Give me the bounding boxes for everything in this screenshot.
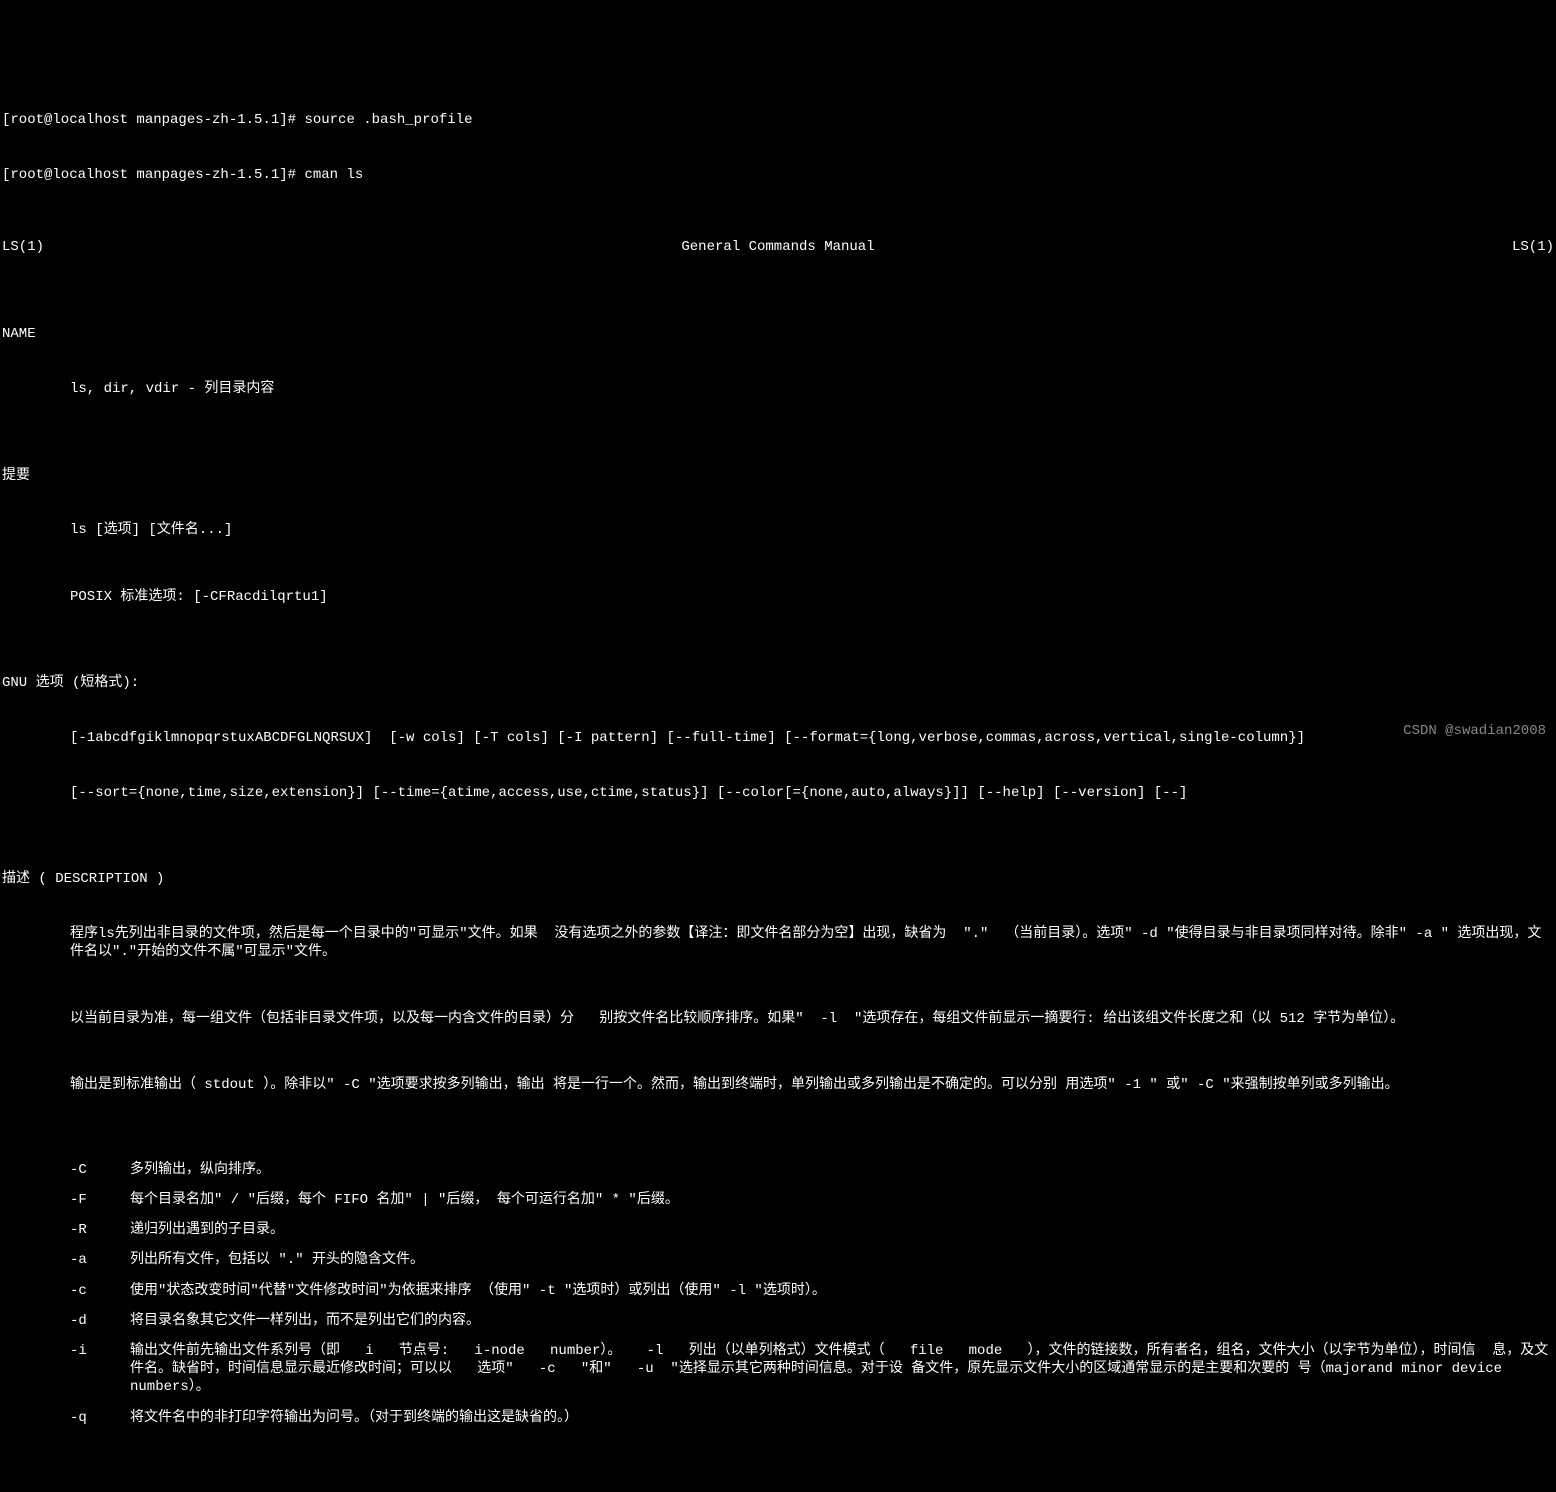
option-flag: -F [70,1191,130,1209]
watermark: CSDN @swadian2008 [1403,722,1546,740]
description-para-2: 以当前目录为准，每一组文件（包括非目录文件项，以及每一内含文件的目录）分 别按文… [2,1010,1554,1028]
option-desc: 递归列出遇到的子目录。 [130,1221,1554,1239]
option-desc: 输出文件前先输出文件系列号（即 i 节点号: i-node number）。 -… [130,1342,1554,1397]
section-name-content: ls, dir, vdir - 列目录内容 [2,380,1554,398]
gnu-line-2: [--sort={none,time,size,extension}] [--t… [2,784,1554,802]
description-para-3: 输出是到标准输出（ stdout ）。除非以" -C "选项要求按多列输出，输出… [2,1076,1554,1094]
shell-prompt-2: [root@localhost manpages-zh-1.5.1]# cman… [2,166,1554,184]
option-desc: 将文件名中的非打印字符输出为问号。（对于到终端的输出这是缺省的。） [130,1409,1554,1427]
section-gnu-heading: GNU 选项 (短格式): [2,674,1554,692]
option-flag: -q [70,1409,130,1427]
synopsis-line-2: POSIX 标准选项: [-CFRacdilqrtu1] [2,588,1554,606]
option-flag: -c [70,1282,130,1300]
man-header: LS(1) General Commands Manual LS(1) [2,238,1554,256]
option-flag: -d [70,1312,130,1330]
option-desc: 将目录名象其它文件一样列出，而不是列出它们的内容。 [130,1312,1554,1330]
gnu-line-1: [-1abcdfgiklmnopqrstuxABCDFGLNQRSUX] [-w… [2,729,1554,747]
man-header-left: LS(1) [2,238,44,256]
option-desc: 使用"状态改变时间"代替"文件修改时间"为依据来排序 （使用" -t "选项时）… [130,1282,1554,1300]
option-flag: -C [70,1161,130,1179]
option-row: -i输出文件前先输出文件系列号（即 i 节点号: i-node number）。… [70,1342,1554,1397]
option-flag: -i [70,1342,130,1397]
shell-prompt-1: [root@localhost manpages-zh-1.5.1]# sour… [2,111,1554,129]
description-para-1: 程序ls先列出非目录的文件项，然后是每一个目录中的"可显示"文件。如果 没有选项… [2,925,1554,961]
section-description-heading: 描述 ( DESCRIPTION ) [2,870,1554,888]
option-flag: -R [70,1221,130,1239]
option-row: -C多列输出，纵向排序。 [70,1161,1554,1179]
terminal-output[interactable]: [root@localhost manpages-zh-1.5.1]# sour… [2,75,1554,1445]
section-synopsis-heading: 提要 [2,467,1554,485]
option-desc: 列出所有文件，包括以 "." 开头的隐含文件。 [130,1251,1554,1269]
options-list: -C多列输出，纵向排序。-F每个目录名加" / "后缀，每个 FIFO 名加" … [2,1161,1554,1427]
option-row: -c使用"状态改变时间"代替"文件修改时间"为依据来排序 （使用" -t "选项… [70,1282,1554,1300]
section-name-heading: NAME [2,325,1554,343]
synopsis-line-1: ls [选项] [文件名...] [2,521,1554,539]
option-row: -q将文件名中的非打印字符输出为问号。（对于到终端的输出这是缺省的。） [70,1409,1554,1427]
option-row: -F每个目录名加" / "后缀，每个 FIFO 名加" | "后缀， 每个可运行… [70,1191,1554,1209]
man-header-right: LS(1) [1512,238,1554,256]
option-flag: -a [70,1251,130,1269]
option-row: -R递归列出遇到的子目录。 [70,1221,1554,1239]
man-header-center: General Commands Manual [44,238,1512,256]
option-desc: 每个目录名加" / "后缀，每个 FIFO 名加" | "后缀， 每个可运行名加… [130,1191,1554,1209]
option-row: -a列出所有文件，包括以 "." 开头的隐含文件。 [70,1251,1554,1269]
option-desc: 多列输出，纵向排序。 [130,1161,1554,1179]
option-row: -d将目录名象其它文件一样列出，而不是列出它们的内容。 [70,1312,1554,1330]
